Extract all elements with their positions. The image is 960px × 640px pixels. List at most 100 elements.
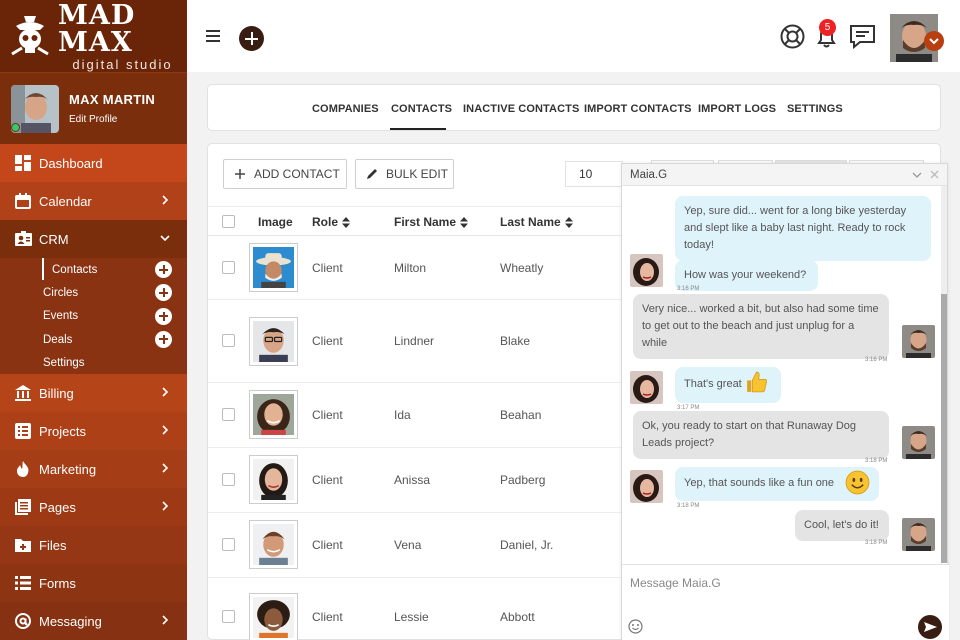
send-message-button[interactable] [918,615,942,639]
close-icon[interactable] [930,170,939,179]
row-checkbox[interactable] [222,261,235,274]
chat-header[interactable]: Maia.G [622,164,947,186]
sidebar-item-pages[interactable]: Pages [0,488,187,526]
contact-photo [249,317,298,366]
col-role[interactable]: Role [312,215,351,229]
subitem-label: Contacts [52,263,98,276]
add-deal-icon[interactable] [155,330,172,348]
add-contact-button[interactable]: ADD CONTACT [223,159,347,189]
message-text: That's great [684,378,742,390]
sidebar-item-label: Calendar [39,193,92,209]
message-text: Yep, that sounds like a fun one [684,477,835,489]
row-checkbox[interactable] [222,334,235,347]
crm-tabs: COMPANIES CONTACTS INACTIVE CONTACTS IMP… [207,84,941,131]
brand-title: MAD MAX [58,0,136,58]
folder-icon [14,536,32,554]
subitem-label: Circles [43,286,79,299]
sidebar-subitem-settings[interactable]: Settings [0,351,187,374]
top-bar: 5 [187,0,960,72]
edit-profile-link[interactable]: Edit Profile [69,114,155,125]
contact-photo [249,593,298,640]
sidebar-item-marketing[interactable]: Marketing [0,450,187,488]
tab-contacts[interactable]: CONTACTS [391,103,452,115]
sidebar-item-calendar[interactable]: Calendar [0,182,187,220]
add-event-icon[interactable] [155,307,172,325]
row-checkbox[interactable] [222,610,235,623]
tab-companies[interactable]: COMPANIES [312,103,379,115]
subitem-label: Settings [43,356,85,369]
support-lifebuoy-icon[interactable] [779,23,806,50]
emoji-picker-icon[interactable] [628,619,643,634]
sidebar-item-messaging[interactable]: Messaging [0,602,187,640]
quick-add-button[interactable] [239,26,264,51]
col-last-name[interactable]: Last Name [500,215,573,229]
sidebar-subitem-contacts[interactable]: Contacts [0,258,187,281]
avatar[interactable] [11,84,59,133]
notification-badge: 5 [819,19,836,36]
contact-avatar [630,470,663,503]
col-last-label: Last Name [500,215,561,229]
smiley-emoji-icon [845,470,870,495]
sidebar-subitem-deals[interactable]: Deals [0,328,187,351]
message-bubble-outgoing: Yep, sure did... went for a long bike ye… [675,196,931,261]
sidebar-item-billing[interactable]: Billing [0,374,187,412]
sidebar-item-crm[interactable]: CRM [0,220,187,258]
brand-logo[interactable]: MAD MAX digital studio [0,0,187,72]
scrollbar-thumb[interactable] [941,294,947,563]
chat-contact-name: Maia.G [630,168,668,181]
sidebar-subitem-circles[interactable]: Circles [0,281,187,304]
chevron-down-icon[interactable] [924,31,944,51]
sidebar-item-forms[interactable]: Forms [0,564,187,602]
sidebar-item-label: Billing [39,385,74,401]
page-size-select[interactable]: 10 [565,161,623,187]
sidebar-item-projects[interactable]: Projects [0,412,187,450]
message-time: 3:18 PM [677,503,700,509]
select-all-checkbox[interactable] [222,215,235,228]
add-contact-icon[interactable] [155,261,172,278]
subitem-label: Deals [43,333,73,346]
user-avatar [902,426,935,459]
row-checkbox[interactable] [222,473,235,486]
col-first-name[interactable]: First Name [394,215,469,229]
tab-inactive-contacts[interactable]: INACTIVE CONTACTS [463,103,579,115]
calendar-icon [14,192,32,210]
cell-last-name: Padberg [500,473,546,487]
chat-scrollbar[interactable] [941,186,947,563]
contact-avatar [630,371,663,404]
list-box-icon [14,422,32,440]
active-tab-indicator [390,128,446,130]
dashboard-icon [14,154,32,172]
cell-last-name: Abbott [500,610,535,624]
bulk-edit-button[interactable]: BULK EDIT [355,159,454,189]
message-bubble-incoming: Ok, you ready to start on that Runaway D… [633,411,889,459]
sidebar-item-dashboard[interactable]: Dashboard [0,144,187,182]
sidebar-item-label: Forms [39,575,76,591]
add-circle-icon[interactable] [155,284,172,302]
skull-logo-icon [10,14,50,58]
sidebar-item-label: Projects [39,423,86,439]
bulk-edit-label: BULK EDIT [386,167,449,181]
row-checkbox[interactable] [222,538,235,551]
menu-toggle-icon[interactable] [206,30,220,42]
contact-photo [249,520,298,569]
tab-import-logs[interactable]: IMPORT LOGS [698,103,776,115]
cell-last-name: Daniel, Jr. [500,538,554,552]
cell-role: Client [312,473,343,487]
tab-import-contacts[interactable]: IMPORT CONTACTS [584,103,692,115]
message-time: 3:16 PM [677,286,700,292]
message-input[interactable]: Message Maia.G [630,576,721,590]
thumbs-up-emoji-icon [747,371,767,393]
chevron-down-icon[interactable] [912,170,922,180]
cell-first-name: Vena [394,538,422,552]
profile-name: MAX MARTIN [69,92,156,107]
chat-bubble-icon[interactable] [849,23,876,50]
sidebar-subitem-events[interactable]: Events [0,305,187,328]
row-checkbox[interactable] [222,408,235,421]
cell-role: Client [312,538,343,552]
subitem-label: Events [43,310,79,323]
chevron-right-icon [162,501,169,511]
sidebar-item-files[interactable]: Files [0,526,187,564]
col-image: Image [258,215,293,229]
message-bubble-incoming: Cool, let's do it! [795,510,889,541]
tab-settings[interactable]: SETTINGS [787,103,843,115]
